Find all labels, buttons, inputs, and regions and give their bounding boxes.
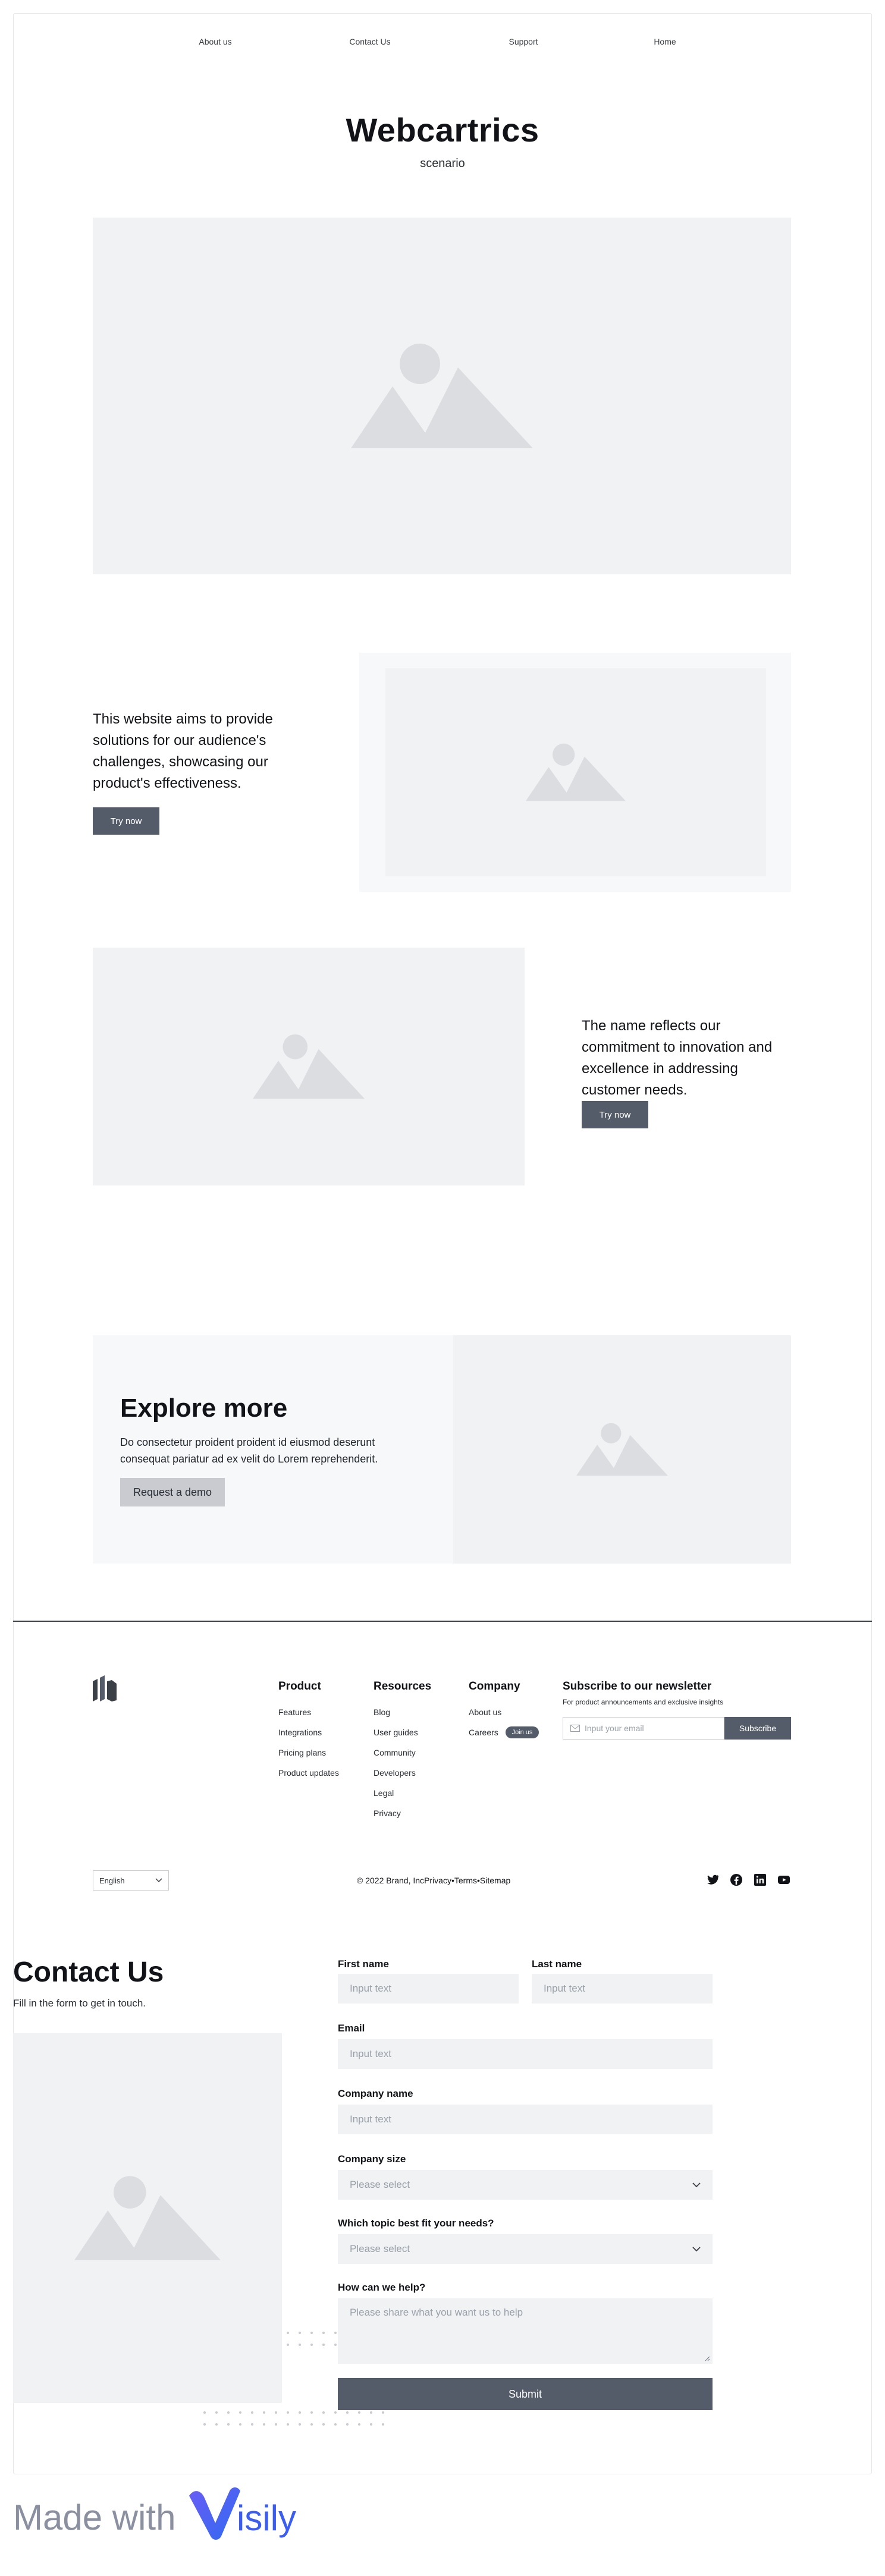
feature-2-image: [93, 948, 525, 1185]
footer-link-privacy[interactable]: Privacy: [374, 1808, 401, 1818]
company-size-select[interactable]: Please select: [338, 2170, 713, 2200]
company-name-input[interactable]: Input text: [338, 2105, 713, 2134]
hero-subtitle: scenario: [420, 157, 465, 170]
resize-handle-icon[interactable]: [704, 2355, 710, 2361]
explore-body: Do consectetur proident proident id eius…: [120, 1436, 378, 1465]
image-placeholder-icon: [74, 2176, 221, 2260]
language-select-value: English: [99, 1876, 125, 1885]
visily-wordmark: isily: [237, 2498, 296, 2538]
contact-title: Contact Us: [13, 1957, 164, 1988]
newsletter-email-input[interactable]: Input your email: [563, 1717, 724, 1740]
footer-link-careers[interactable]: Careers: [469, 1728, 498, 1737]
topic-label: Which topic best fit your needs?: [338, 2218, 494, 2229]
footer-heading-resources: Resources: [374, 1680, 432, 1693]
topic-select[interactable]: Please select: [338, 2234, 713, 2264]
help-label: How can we help?: [338, 2282, 426, 2293]
footer-link-community[interactable]: Community: [374, 1748, 416, 1757]
explore-title: Explore more: [120, 1394, 288, 1423]
newsletter-email-placeholder: Input your email: [585, 1723, 644, 1733]
youtube-icon[interactable]: [777, 1873, 791, 1887]
submit-button[interactable]: Submit: [338, 2378, 713, 2410]
chevron-down-icon: [692, 2246, 701, 2251]
nav-support[interactable]: Support: [509, 37, 538, 46]
image-placeholder-icon: [351, 344, 533, 448]
nav-about-us[interactable]: About us: [199, 37, 231, 46]
footer-link-privacy-policy[interactable]: Privacy: [424, 1876, 451, 1885]
copyright-text: © 2022 Brand, Inc: [357, 1876, 425, 1885]
facebook-icon[interactable]: [729, 1873, 743, 1887]
visily-logo[interactable]: isily: [186, 2483, 322, 2544]
join-us-badge: Join us: [506, 1726, 539, 1738]
footer-heading-product: Product: [278, 1680, 321, 1693]
feature-1-image: [385, 668, 766, 876]
feature-1-image-frame: [359, 653, 791, 892]
footer-link-user-guides[interactable]: User guides: [374, 1728, 418, 1737]
first-name-label: First name: [338, 1958, 389, 1970]
newsletter-heading: Subscribe to our newsletter: [563, 1680, 712, 1693]
last-name-label: Last name: [532, 1958, 582, 1970]
section-divider: [13, 1621, 872, 1622]
footer-link-product-updates[interactable]: Product updates: [278, 1768, 339, 1778]
footer-link-terms[interactable]: Terms: [454, 1876, 477, 1885]
nav-home[interactable]: Home: [654, 37, 676, 46]
email-input[interactable]: Input text: [338, 2039, 713, 2069]
brand-logo-icon: [93, 1675, 117, 1701]
footer-heading-company: Company: [469, 1680, 520, 1693]
request-demo-button[interactable]: Request a demo: [120, 1478, 225, 1506]
footer-legal-line: © 2022 Brand, IncPrivacy•Terms•Sitemap: [357, 1876, 510, 1885]
footer-link-developers[interactable]: Developers: [374, 1768, 416, 1778]
topic-placeholder: Please select: [350, 2243, 410, 2254]
footer-link-legal[interactable]: Legal: [374, 1788, 394, 1798]
help-placeholder: Please share what you want us to help: [350, 2307, 523, 2318]
first-name-input[interactable]: Input text: [338, 1974, 519, 2003]
explore-image: [453, 1335, 791, 1564]
feature-1-text: This website aims to provide solutions f…: [93, 711, 273, 791]
feature-2-try-now-button[interactable]: Try now: [582, 1101, 648, 1128]
email-label: Email: [338, 2023, 365, 2034]
footer-link-features[interactable]: Features: [278, 1707, 311, 1717]
contact-subtitle: Fill in the form to get in touch.: [13, 1998, 146, 2009]
footer-link-integrations[interactable]: Integrations: [278, 1728, 322, 1737]
hero-image: [93, 218, 791, 574]
twitter-icon[interactable]: [705, 1873, 720, 1887]
dot-pattern-bottom: [203, 2411, 384, 2426]
feature-2-text: The name reflects our commitment to inno…: [582, 1018, 773, 1098]
image-placeholder-icon: [526, 743, 626, 801]
image-placeholder-icon: [576, 1423, 668, 1476]
newsletter-subtext: For product announcements and exclusive …: [563, 1698, 724, 1706]
company-name-label: Company name: [338, 2088, 413, 2099]
mail-icon: [570, 1725, 580, 1732]
contact-image: [13, 2033, 282, 2403]
chevron-down-icon: [155, 1878, 162, 1883]
footer-link-blog[interactable]: Blog: [374, 1707, 390, 1717]
hero-title: Webcartrics: [346, 111, 539, 149]
feature-1-try-now-button[interactable]: Try now: [93, 807, 159, 835]
subscribe-button[interactable]: Subscribe: [724, 1717, 791, 1740]
language-select[interactable]: English: [93, 1870, 169, 1891]
image-placeholder-icon: [253, 1034, 365, 1099]
company-size-label: Company size: [338, 2153, 406, 2165]
footer-link-about-us[interactable]: About us: [469, 1707, 501, 1717]
chevron-down-icon: [692, 2182, 701, 2187]
nav-contact-us[interactable]: Contact Us: [349, 37, 390, 46]
company-size-placeholder: Please select: [350, 2179, 410, 2190]
last-name-input[interactable]: Input text: [532, 1974, 713, 2003]
footer-link-sitemap[interactable]: Sitemap: [480, 1876, 510, 1885]
footer-link-pricing-plans[interactable]: Pricing plans: [278, 1748, 326, 1757]
help-textarea[interactable]: Please share what you want us to help: [338, 2298, 713, 2364]
linkedin-icon[interactable]: [753, 1873, 767, 1887]
made-with-text: Made with: [13, 2498, 176, 2537]
